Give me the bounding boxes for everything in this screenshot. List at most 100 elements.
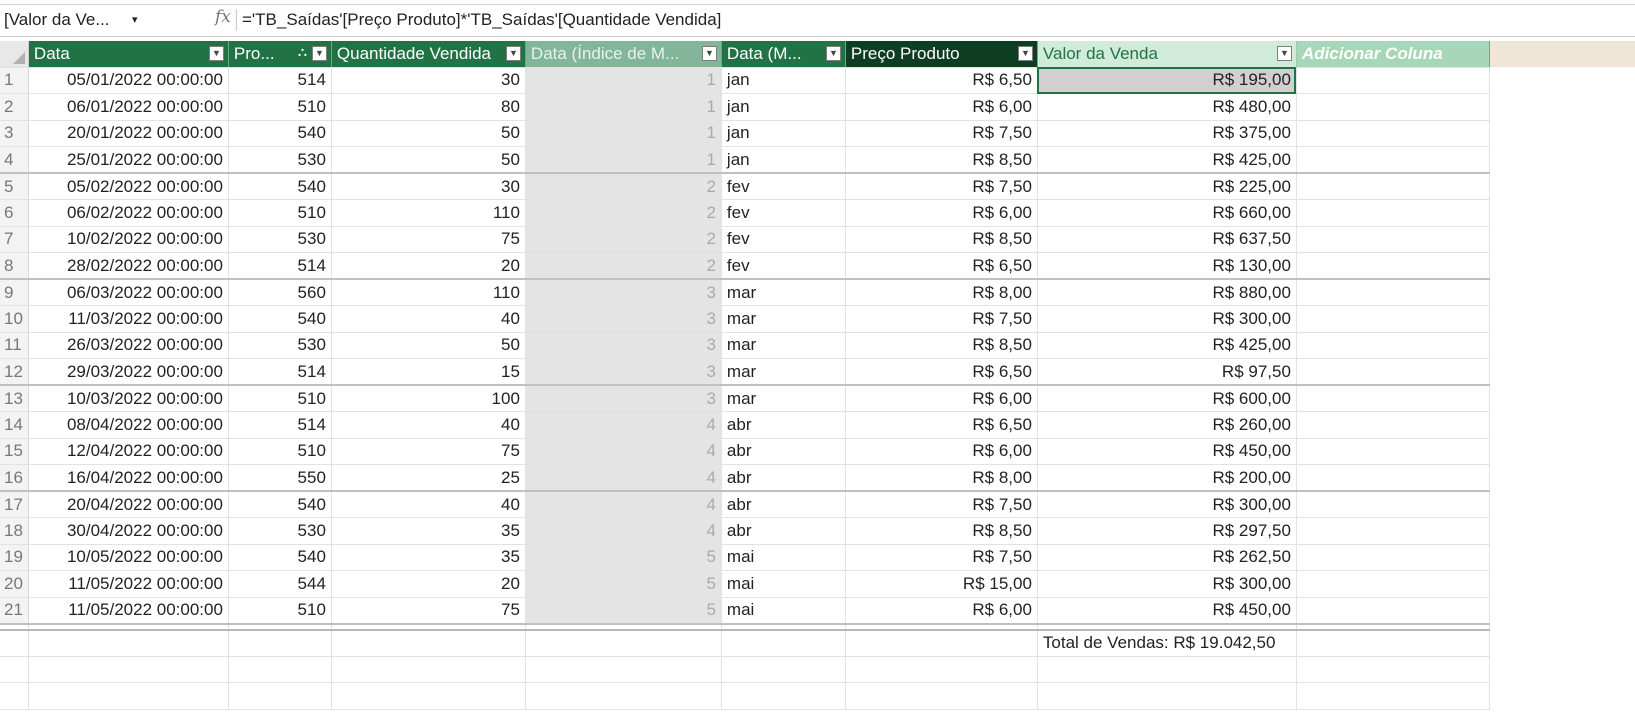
- column-header-valor[interactable]: Valor da Venda ▼: [1037, 41, 1297, 68]
- row-number[interactable]: 14: [0, 411, 29, 439]
- cell-mes[interactable]: fev: [721, 226, 846, 253]
- column-header-indice-mes[interactable]: Data (Índice de M... ▼: [525, 41, 722, 68]
- column-header-data[interactable]: Data ▼: [28, 41, 229, 68]
- cell-produto[interactable]: 510: [228, 438, 332, 465]
- cell-data[interactable]: 06/01/2022 00:00:00: [28, 93, 229, 121]
- cell-data[interactable]: 30/04/2022 00:00:00: [28, 517, 229, 545]
- cell-produto[interactable]: 510: [228, 93, 332, 121]
- cell-empty[interactable]: [1296, 438, 1490, 465]
- row-number[interactable]: 1: [0, 67, 29, 94]
- cell-valor[interactable]: R$ 450,00: [1037, 438, 1297, 465]
- column-header-preco[interactable]: Preço Produto ▼: [845, 41, 1038, 68]
- measure-cell[interactable]: [1296, 656, 1490, 683]
- cell-quantidade[interactable]: 110: [331, 199, 526, 227]
- cell-mes[interactable]: abr: [721, 411, 846, 439]
- cell-preco[interactable]: R$ 8,50: [845, 226, 1038, 253]
- formula-input[interactable]: ='TB_Saídas'[Preço Produto]*'TB_Saídas'[…: [242, 8, 721, 32]
- cell-empty[interactable]: [1296, 411, 1490, 439]
- cell-produto[interactable]: 530: [228, 517, 332, 545]
- cell-quantidade[interactable]: 15: [331, 358, 526, 386]
- cell-valor[interactable]: R$ 195,00: [1037, 67, 1297, 94]
- cell-empty[interactable]: [1296, 173, 1490, 200]
- measure-cell[interactable]: [721, 682, 846, 710]
- cell-quantidade[interactable]: 35: [331, 517, 526, 545]
- cell-empty[interactable]: [1296, 544, 1490, 571]
- row-number[interactable]: 9: [0, 279, 29, 306]
- cell-produto[interactable]: 510: [228, 597, 332, 625]
- chevron-down-icon[interactable]: ▾: [132, 8, 138, 32]
- cell-indice-mes[interactable]: 2: [525, 226, 722, 253]
- cell-preco[interactable]: R$ 6,00: [845, 199, 1038, 227]
- cell-mes[interactable]: mar: [721, 279, 846, 306]
- cell-indice-mes[interactable]: 5: [525, 570, 722, 598]
- measure-cell[interactable]: [1296, 682, 1490, 710]
- cell-valor[interactable]: R$ 97,50: [1037, 358, 1297, 386]
- cell-mes[interactable]: abr: [721, 517, 846, 545]
- measure-cell[interactable]: [0, 656, 29, 683]
- cell-empty[interactable]: [1296, 67, 1490, 94]
- measure-cell[interactable]: [331, 629, 526, 657]
- cell-valor[interactable]: R$ 225,00: [1037, 173, 1297, 200]
- cell-produto[interactable]: 530: [228, 332, 332, 359]
- cell-empty[interactable]: [1296, 226, 1490, 253]
- cell-mes[interactable]: mai: [721, 570, 846, 598]
- cell-empty[interactable]: [1296, 120, 1490, 147]
- cell-empty[interactable]: [1296, 199, 1490, 227]
- measure-cell[interactable]: [1296, 629, 1490, 657]
- row-number[interactable]: 19: [0, 544, 29, 571]
- measure-cell[interactable]: [331, 682, 526, 710]
- row-number[interactable]: 5: [0, 173, 29, 200]
- filter-dropdown-icon[interactable]: ▼: [311, 46, 327, 61]
- row-number[interactable]: 3: [0, 120, 29, 147]
- column-header-produto[interactable]: Pro... ⛬ ▼: [228, 41, 332, 68]
- cell-indice-mes[interactable]: 1: [525, 146, 722, 174]
- measure-cell[interactable]: [525, 656, 722, 683]
- cell-indice-mes[interactable]: 3: [525, 385, 722, 412]
- row-number[interactable]: 4: [0, 146, 29, 174]
- measure-cell[interactable]: [228, 682, 332, 710]
- measure-cell[interactable]: [28, 656, 229, 683]
- row-number[interactable]: 11: [0, 332, 29, 359]
- cell-data[interactable]: 20/01/2022 00:00:00: [28, 120, 229, 147]
- cell-indice-mes[interactable]: 1: [525, 93, 722, 121]
- cell-empty[interactable]: [1296, 332, 1490, 359]
- cell-mes[interactable]: abr: [721, 464, 846, 492]
- cell-valor[interactable]: R$ 130,00: [1037, 252, 1297, 280]
- row-number[interactable]: 17: [0, 491, 29, 518]
- cell-indice-mes[interactable]: 2: [525, 252, 722, 280]
- filter-dropdown-icon[interactable]: ▼: [505, 46, 521, 61]
- cell-mes[interactable]: jan: [721, 67, 846, 94]
- cell-preco[interactable]: R$ 7,50: [845, 491, 1038, 518]
- cell-quantidade[interactable]: 20: [331, 570, 526, 598]
- measure-cell[interactable]: [28, 629, 229, 657]
- measure-cell[interactable]: [331, 656, 526, 683]
- cell-quantidade[interactable]: 30: [331, 173, 526, 200]
- cell-produto[interactable]: 560: [228, 279, 332, 306]
- cell-produto[interactable]: 550: [228, 464, 332, 492]
- cell-mes[interactable]: jan: [721, 120, 846, 147]
- cell-indice-mes[interactable]: 4: [525, 517, 722, 545]
- cell-indice-mes[interactable]: 1: [525, 120, 722, 147]
- measure-cell[interactable]: [845, 682, 1038, 710]
- measure-cell[interactable]: [525, 629, 722, 657]
- cell-data[interactable]: 11/05/2022 00:00:00: [28, 597, 229, 625]
- cell-preco[interactable]: R$ 6,50: [845, 67, 1038, 94]
- measure-cell[interactable]: [0, 682, 29, 710]
- measure-cell[interactable]: [1037, 656, 1297, 683]
- cell-preco[interactable]: R$ 6,00: [845, 597, 1038, 625]
- cell-quantidade[interactable]: 40: [331, 305, 526, 333]
- row-number[interactable]: 15: [0, 438, 29, 465]
- cell-valor[interactable]: R$ 300,00: [1037, 570, 1297, 598]
- measure-cell[interactable]: [845, 629, 1038, 657]
- cell-mes[interactable]: mai: [721, 597, 846, 625]
- cell-data[interactable]: 06/03/2022 00:00:00: [28, 279, 229, 306]
- cell-produto[interactable]: 544: [228, 570, 332, 598]
- cell-quantidade[interactable]: 30: [331, 67, 526, 94]
- row-number[interactable]: 12: [0, 358, 29, 386]
- cell-valor[interactable]: R$ 480,00: [1037, 93, 1297, 121]
- cell-mes[interactable]: fev: [721, 173, 846, 200]
- select-all-corner[interactable]: [0, 41, 29, 68]
- cell-valor[interactable]: R$ 200,00: [1037, 464, 1297, 492]
- cell-preco[interactable]: R$ 15,00: [845, 570, 1038, 598]
- cell-empty[interactable]: [1296, 279, 1490, 306]
